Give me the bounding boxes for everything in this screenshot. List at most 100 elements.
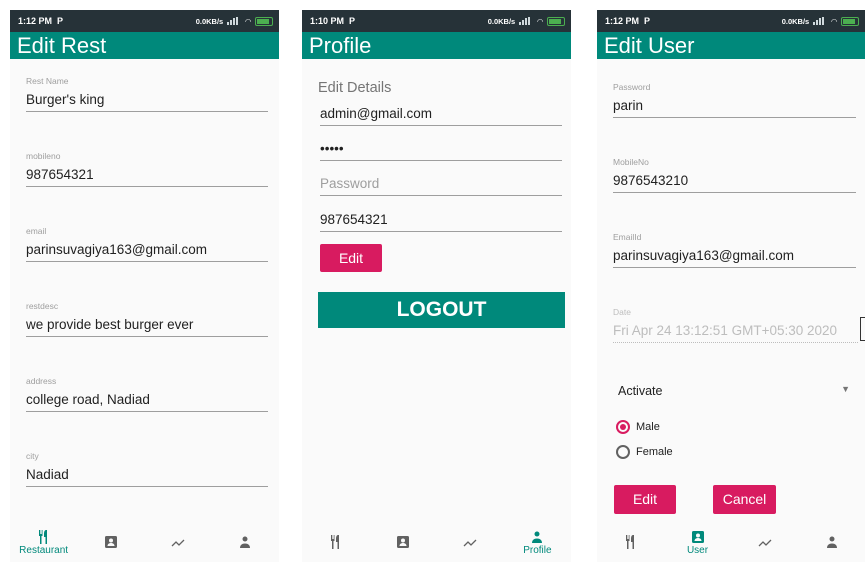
password-masked-field[interactable]: ••••• [320, 135, 562, 161]
rest-name-field[interactable]: Rest Name Burger's king [26, 76, 268, 112]
mobileno-field[interactable]: MobileNo 9876543210 [613, 157, 856, 193]
notification-icon: P [349, 16, 356, 26]
email-field[interactable]: admin@gmail.com [320, 100, 562, 126]
battery-icon [841, 16, 859, 26]
nav-user[interactable]: User [668, 529, 728, 556]
nav-stats[interactable] [735, 534, 795, 550]
field-value[interactable]: ••••• [320, 135, 562, 161]
cancel-button[interactable]: Cancel [713, 485, 776, 514]
phone-field[interactable]: 987654321 [320, 206, 562, 232]
radio-female[interactable]: Female [616, 445, 673, 459]
status-dropdown[interactable]: Activate ▼ [618, 384, 850, 398]
nav-contacts[interactable] [373, 534, 433, 550]
field-label: city [26, 451, 39, 461]
bottom-nav: Restaurant [10, 522, 279, 562]
status-bar: 1:12 PM P 0.0KB/s ◠ [10, 10, 279, 32]
field-value[interactable]: parin [613, 92, 856, 118]
edit-button[interactable]: Edit [614, 485, 676, 514]
wifi-icon: ◠ [831, 16, 837, 26]
signal-icon [519, 17, 533, 25]
person-icon [826, 536, 837, 548]
battery-icon [255, 16, 273, 26]
field-label: MobileNo [613, 157, 649, 167]
password-field[interactable]: Password [320, 170, 562, 196]
notification-icon: P [644, 16, 651, 26]
overflow-marker [860, 317, 865, 341]
page-title: Profile [302, 32, 571, 59]
field-label: mobileno [26, 151, 61, 161]
field-label: Date [613, 307, 631, 317]
status-time: 1:12 PM [18, 16, 53, 26]
field-value[interactable]: parinsuvagiya163@gmail.com [613, 242, 856, 268]
field-value[interactable]: 9876543210 [613, 167, 856, 193]
page-title: Edit User [597, 32, 865, 59]
radio-label: Male [636, 421, 660, 433]
trending-icon [758, 539, 771, 547]
nav-label: User [686, 544, 709, 556]
wifi-icon: ◠ [537, 16, 543, 26]
date-field: Date Fri Apr 24 13:12:51 GMT+05:30 2020 [613, 307, 858, 343]
status-bar: 1:12 PM P 0.0KB/s ◠ [597, 10, 865, 32]
contact-card-icon [104, 536, 117, 548]
field-label: restdesc [26, 301, 59, 311]
city-field[interactable]: city Nadiad [26, 451, 268, 487]
edit-user-screen: 1:12 PM P 0.0KB/s ◠ Edit User Password p… [597, 10, 865, 562]
radio-unchecked-icon [616, 445, 630, 459]
bottom-nav: User [597, 522, 865, 562]
field-placeholder[interactable]: Password [320, 170, 562, 196]
field-value[interactable]: parinsuvagiya163@gmail.com [26, 236, 268, 262]
field-value[interactable]: 987654321 [320, 206, 562, 232]
contact-card-icon [396, 536, 409, 548]
nav-restaurant[interactable] [601, 534, 661, 550]
nav-restaurant[interactable]: Restaurant [14, 529, 74, 556]
nav-profile[interactable]: Profile [507, 529, 567, 556]
nav-restaurant[interactable] [306, 534, 366, 550]
nav-stats[interactable] [148, 534, 208, 550]
edit-button[interactable]: Edit [320, 244, 382, 272]
nav-profile[interactable] [802, 534, 862, 550]
address-field[interactable]: address college road, Nadiad [26, 376, 268, 412]
field-label: Rest Name [26, 76, 69, 86]
field-value[interactable]: college road, Nadiad [26, 386, 268, 412]
status-time: 1:10 PM [310, 16, 345, 26]
contact-card-icon [691, 530, 704, 543]
nav-contacts[interactable] [81, 534, 141, 550]
person-icon [240, 536, 251, 548]
page-title: Edit Rest [10, 32, 279, 59]
field-value[interactable]: admin@gmail.com [320, 100, 562, 126]
field-value: Fri Apr 24 13:12:51 GMT+05:30 2020 [613, 317, 858, 343]
trending-icon [171, 539, 185, 547]
restaurant-icon [625, 535, 634, 549]
restaurant-icon [330, 535, 339, 549]
section-title: Edit Details [318, 80, 392, 96]
field-label: Password [613, 82, 651, 92]
restaurant-icon [38, 529, 47, 544]
nav-profile[interactable] [215, 534, 275, 550]
net-speed: 0.0KB/s [195, 16, 224, 26]
field-label: email [26, 226, 47, 236]
person-icon [532, 531, 543, 543]
status-bar: 1:10 PM P 0.0KB/s ◠ [302, 10, 571, 32]
radio-label: Female [636, 446, 673, 458]
logout-button[interactable]: LOGOUT [318, 292, 565, 328]
field-value[interactable]: we provide best burger ever [26, 311, 268, 337]
nav-label: Profile [523, 544, 552, 556]
wifi-icon: ◠ [245, 16, 251, 26]
profile-screen: 1:10 PM P 0.0KB/s ◠ Profile Edit Details… [302, 10, 571, 562]
radio-male[interactable]: Male [616, 420, 660, 434]
signal-icon [813, 17, 827, 25]
notification-icon: P [57, 16, 64, 26]
field-value[interactable]: Nadiad [26, 461, 268, 487]
nav-stats[interactable] [440, 534, 500, 550]
field-value[interactable]: Burger's king [26, 86, 268, 112]
emailid-field[interactable]: EmailId parinsuvagiya163@gmail.com [613, 232, 856, 268]
status-time: 1:12 PM [605, 16, 640, 26]
dropdown-value: Activate [618, 384, 663, 398]
trending-icon [463, 539, 477, 547]
field-value[interactable]: 987654321 [26, 161, 268, 187]
restdesc-field[interactable]: restdesc we provide best burger ever [26, 301, 268, 337]
email-field[interactable]: email parinsuvagiya163@gmail.com [26, 226, 268, 262]
bottom-nav: Profile [302, 522, 571, 562]
mobileno-field[interactable]: mobileno 987654321 [26, 151, 268, 187]
password-field[interactable]: Password parin [613, 82, 856, 118]
